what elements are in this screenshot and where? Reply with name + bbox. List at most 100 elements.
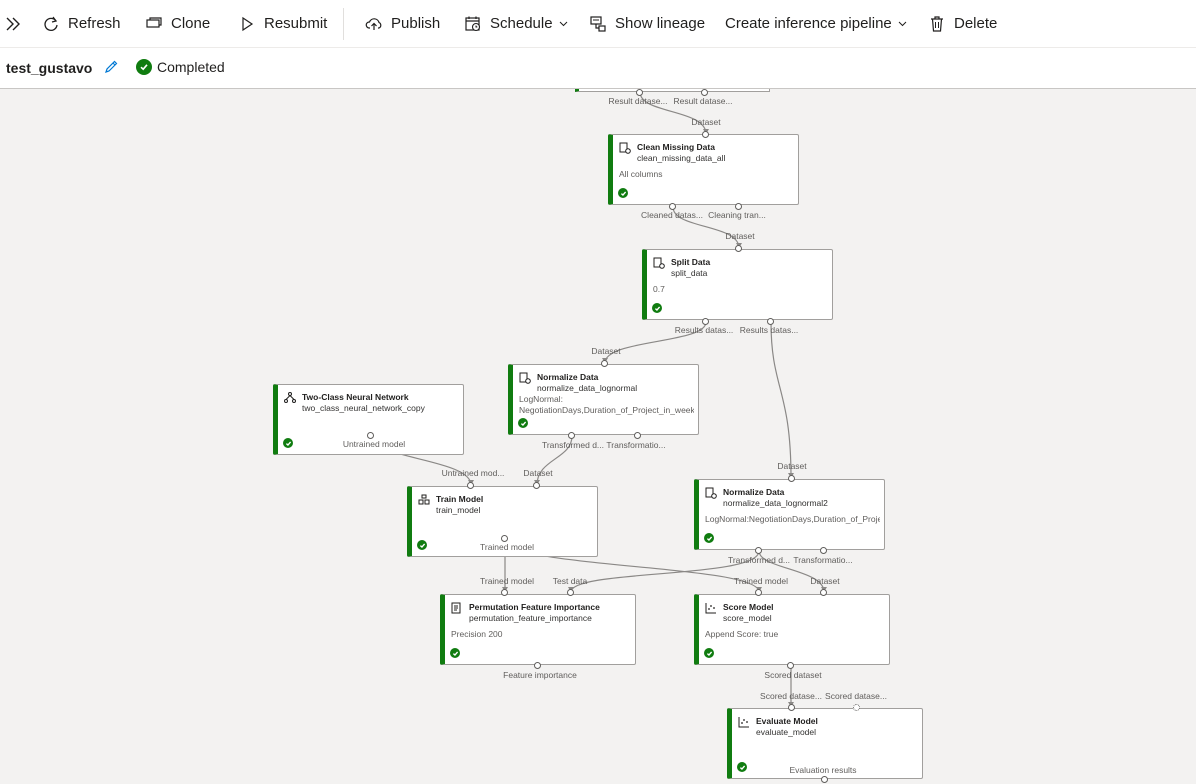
node-parameter: Precision 200: [451, 629, 503, 639]
check-circle-icon: [283, 438, 293, 448]
clone-label: Clone: [171, 15, 211, 32]
check-circle-icon: [652, 303, 662, 313]
delete-button[interactable]: Delete: [928, 0, 997, 47]
node-subtitle: evaluate_model: [756, 727, 817, 737]
chevron-down-icon: [898, 19, 907, 28]
port-label: Scored datase...: [760, 691, 822, 701]
port-label: Untrained mod...: [441, 468, 505, 478]
port-label: Evaluation results: [789, 765, 857, 775]
port-norm1-out-2[interactable]: [634, 432, 641, 439]
node-parameter: All columns: [619, 169, 663, 179]
port-train-in-2[interactable]: [533, 482, 540, 489]
node-title: Evaluate Model: [756, 716, 818, 726]
run-header: test_gustavo Completed: [0, 48, 1196, 89]
node-subtitle: clean_missing_data_all: [637, 153, 726, 163]
port-label: Cleaned datas...: [641, 210, 703, 220]
node-subtitle: two_class_neural_network_copy: [302, 403, 425, 413]
publish-button[interactable]: Publish: [365, 0, 440, 47]
pipeline-canvas[interactable]: Result datase... Result datase... Datase…: [0, 89, 1196, 784]
edge-split-to-norm2: [770, 321, 792, 479]
port-norm2-out-2[interactable]: [820, 547, 827, 554]
node-normalize-data-lognormal2[interactable]: Normalize Data normalize_data_lognormal2…: [694, 479, 885, 550]
port-train-in-1[interactable]: [467, 482, 474, 489]
node-normalize-data-lognormal[interactable]: Normalize Data normalize_data_lognormal …: [508, 364, 699, 435]
port-split-out-1[interactable]: [702, 318, 709, 325]
check-circle-icon: [704, 533, 714, 543]
schedule-button[interactable]: Schedule: [464, 0, 568, 47]
port-top-out-2[interactable]: [701, 89, 708, 96]
pencil-icon[interactable]: [103, 59, 119, 75]
port-top-out-1[interactable]: [636, 89, 643, 96]
port-pfi-in-2[interactable]: [567, 589, 574, 596]
publish-label: Publish: [391, 15, 441, 32]
node-title: Clean Missing Data: [637, 142, 715, 152]
calendar-clock-icon: [464, 15, 482, 33]
refresh-button[interactable]: Refresh: [42, 0, 121, 47]
port-norm1-out-1[interactable]: [568, 432, 575, 439]
port-clean-out-2[interactable]: [735, 203, 742, 210]
clone-button[interactable]: Clone: [145, 0, 210, 47]
show-lineage-button[interactable]: Show lineage: [589, 0, 705, 47]
module-icon: [619, 141, 631, 154]
train-model-icon: [418, 493, 430, 505]
run-status: Completed: [136, 59, 225, 75]
port-label: Results datas...: [739, 325, 799, 335]
port-split-in[interactable]: [735, 245, 742, 252]
port-label: Cleaning tran...: [708, 210, 766, 220]
node-parameter: 0.7: [653, 284, 665, 294]
port-label: Scored dataset: [764, 670, 822, 680]
port-norm2-in[interactable]: [788, 475, 795, 482]
port-eval-in-1[interactable]: [788, 704, 795, 711]
node-subtitle: split_data: [671, 268, 708, 278]
create-inference-pipeline-button[interactable]: Create inference pipeline: [725, 0, 907, 47]
port-label: Scored datase...: [825, 691, 887, 701]
document-list-icon: [451, 601, 463, 614]
toolbar-divider: [343, 8, 344, 40]
port-label: Test data: [552, 576, 588, 586]
port-label: Result datase...: [673, 96, 733, 106]
port-label: Trained model: [479, 542, 535, 552]
node-score-model[interactable]: Score Model score_model Append Score: tr…: [694, 594, 890, 665]
port-label: Dataset: [810, 576, 840, 586]
check-circle-icon: [417, 540, 427, 550]
port-score-in-1[interactable]: [755, 589, 762, 596]
clone-icon: [145, 15, 163, 33]
node-clean-missing-data[interactable]: Clean Missing Data clean_missing_data_al…: [608, 134, 799, 205]
node-title: Two-Class Neural Network: [302, 392, 409, 402]
port-split-out-2[interactable]: [767, 318, 774, 325]
port-label: Results datas...: [674, 325, 734, 335]
node-parameter: LogNormal:NegotiationDays,Duration_of_Pr…: [705, 514, 880, 524]
port-label: Transformed d...: [541, 440, 605, 450]
play-icon: [238, 15, 256, 33]
port-label: Dataset: [523, 468, 553, 478]
port-clean-in[interactable]: [702, 131, 709, 138]
port-norm1-in[interactable]: [601, 360, 608, 367]
port-pfi-in-1[interactable]: [501, 589, 508, 596]
port-clean-out-1[interactable]: [669, 203, 676, 210]
command-bar: Refresh Clone Resubmit Publish Schedule …: [0, 0, 1196, 48]
port-eval-in-2[interactable]: [853, 704, 860, 711]
node-subtitle: permutation_feature_importance: [469, 613, 592, 623]
port-eval-out[interactable]: [821, 776, 828, 783]
resubmit-button[interactable]: Resubmit: [238, 0, 327, 47]
check-circle-icon: [618, 188, 628, 198]
port-score-in-2[interactable]: [820, 589, 827, 596]
node-subtitle: train_model: [436, 505, 481, 515]
expand-nav-button[interactable]: [4, 0, 30, 47]
port-score-out[interactable]: [787, 662, 794, 669]
port-nn-out[interactable]: [367, 432, 374, 439]
node-parameter: LogNormal: NegotiationDays,Duration_of_P…: [519, 394, 694, 415]
node-permutation-feature-importance[interactable]: Permutation Feature Importance permutati…: [440, 594, 636, 665]
double-chevron-right-icon: [4, 15, 22, 33]
create-inference-pipeline-label: Create inference pipeline: [725, 15, 892, 32]
node-subtitle: normalize_data_lognormal: [537, 383, 638, 393]
port-label: Trained model: [479, 576, 535, 586]
node-split-data[interactable]: Split Data split_data 0.7: [642, 249, 833, 320]
check-circle-icon: [704, 648, 714, 658]
port-train-out[interactable]: [501, 535, 508, 542]
port-pfi-out[interactable]: [534, 662, 541, 669]
port-label: Trained model: [733, 576, 789, 586]
run-status-text: Completed: [157, 59, 225, 75]
port-norm2-out-1[interactable]: [755, 547, 762, 554]
node-top-partial[interactable]: [575, 89, 770, 92]
